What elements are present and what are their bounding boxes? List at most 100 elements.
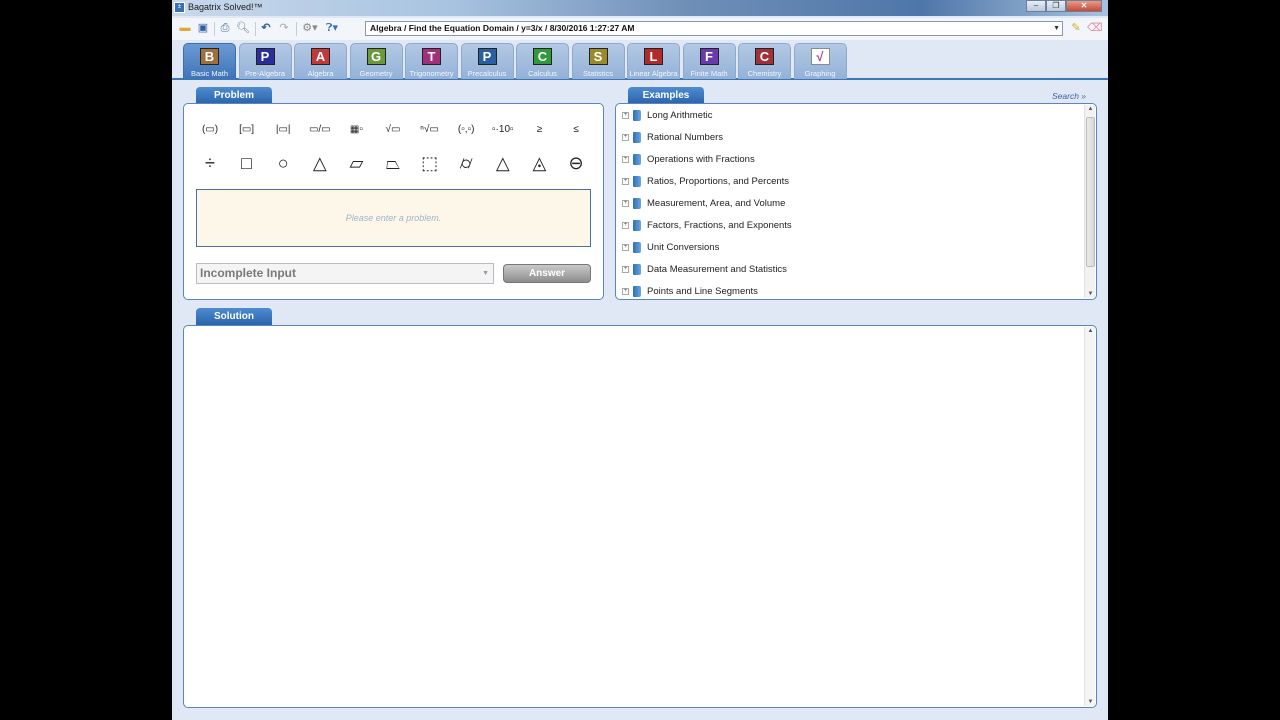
example-category-item[interactable]: + Ratios, Proportions, and Percents xyxy=(622,173,789,189)
minimize-button[interactable]: – xyxy=(1026,0,1046,12)
template-nth-root-button[interactable]: ⁿ√▭ xyxy=(416,117,444,141)
scroll-up-icon[interactable]: ▲ xyxy=(1085,328,1096,334)
example-category-item[interactable]: + Points and Line Segments xyxy=(622,283,758,299)
expand-icon[interactable]: + xyxy=(622,243,629,251)
window-title: Bagatrix Solved!™ xyxy=(188,2,263,12)
matrix-power-icon: ▦▫ xyxy=(349,123,363,135)
expand-icon[interactable]: + xyxy=(622,133,629,141)
input-status-select[interactable]: Incomplete Input ▼ xyxy=(196,263,494,284)
example-category-item[interactable]: + Long Arithmetic xyxy=(622,107,712,123)
app-window: ± Bagatrix Solved!™ – ❐ ✕ ▬ ▣ ⎙ 🔍︎ ↶ ↷ ⚙… xyxy=(172,0,1108,720)
example-category-item[interactable]: + Unit Conversions xyxy=(622,239,719,255)
template-sphere-button[interactable]: ⊖ xyxy=(562,151,590,175)
expand-icon[interactable]: + xyxy=(622,199,629,207)
tab-solution[interactable]: Solution xyxy=(196,308,272,325)
subject-tabs: B Basic Math P Pre-Algebra A Algebra G Geometry… xyxy=(172,40,1108,80)
eraser-icon[interactable]: ⌫ xyxy=(1087,22,1103,35)
example-category-item[interactable]: + Measurement, Area, and Volume xyxy=(622,195,785,211)
subject-icon: T xyxy=(422,48,441,65)
settings-icon[interactable]: ⚙▾ xyxy=(300,22,320,35)
expand-icon[interactable]: + xyxy=(622,221,629,229)
scrollbar-thumb[interactable] xyxy=(1086,117,1095,267)
template-divide-button[interactable]: ÷ xyxy=(196,151,224,175)
help-icon[interactable]: ❓︎▾ xyxy=(322,22,342,35)
template-trapezoid-button[interactable]: ⏢ xyxy=(379,151,407,175)
template-greater-equal-button[interactable]: ≥ xyxy=(525,117,553,141)
subject-icon: C xyxy=(755,48,774,65)
problem-input-placeholder: Please enter a problem. xyxy=(345,213,442,223)
template-circle-button[interactable]: ○ xyxy=(269,151,297,175)
subject-icon: F xyxy=(699,48,719,65)
template-matrix-power-button[interactable]: ▦▫ xyxy=(342,117,370,141)
template-parallelogram-button[interactable]: ▱ xyxy=(342,151,370,175)
template-parentheses-button[interactable]: (▭) xyxy=(196,117,224,141)
close-button[interactable]: ✕ xyxy=(1066,0,1102,12)
subject-icon: P xyxy=(477,48,497,65)
template-cube-button[interactable]: ⬚ xyxy=(416,151,444,175)
expand-icon[interactable]: + xyxy=(622,287,629,295)
template-square-root-button[interactable]: √▭ xyxy=(379,117,407,141)
pencil-icon[interactable]: ✎ xyxy=(1069,22,1083,35)
subject-icon: P xyxy=(255,48,275,65)
template-ordered-pair-button[interactable]: (▫,▫) xyxy=(452,117,480,141)
subject-tab-finite-math[interactable]: F Finite Math xyxy=(682,43,736,79)
example-category-label: Factors, Fractions, and Exponents xyxy=(647,219,792,231)
example-category-item[interactable]: + Data Measurement and Statistics xyxy=(622,261,787,277)
subject-tab-calculus[interactable]: C Calculus xyxy=(516,43,569,79)
subject-tab-pre-algebra[interactable]: P Pre-Algebra xyxy=(238,43,292,79)
example-category-item[interactable]: + Factors, Fractions, and Exponents xyxy=(622,217,792,233)
expand-icon[interactable]: + xyxy=(622,177,629,185)
subject-tab-label: Pre-Algebra xyxy=(244,69,286,78)
restore-button[interactable]: ❐ xyxy=(1046,0,1066,12)
subject-tab-chemistry[interactable]: C Chemistry xyxy=(738,43,791,79)
template-fraction-button[interactable]: ▭/▭ xyxy=(306,117,334,141)
open-folder-icon[interactable]: ▬ xyxy=(178,22,192,35)
template-square-button[interactable]: □ xyxy=(233,151,261,175)
book-icon xyxy=(633,219,641,231)
template-less-equal-button[interactable]: ≤ xyxy=(562,117,590,141)
expand-icon[interactable]: + xyxy=(622,111,629,119)
tab-problem[interactable]: Problem xyxy=(196,87,272,104)
expand-icon[interactable]: + xyxy=(622,155,629,163)
example-category-label: Rational Numbers xyxy=(647,131,724,143)
scroll-down-icon[interactable]: ▼ xyxy=(1085,699,1096,705)
solution-scrollbar[interactable]: ▲ ▼ xyxy=(1084,327,1095,706)
examples-panel: + Long Arithmetic + Rational Numbers + Operat… xyxy=(615,103,1097,300)
template-triangle-button[interactable]: △ xyxy=(306,151,334,175)
subject-tab-trigonometry[interactable]: T Trigonometry xyxy=(405,43,458,79)
examples-scrollbar[interactable]: ▲ ▼ xyxy=(1084,105,1095,298)
history-breadcrumb-dropdown[interactable]: Algebra / Find the Equation Domain / y=3… xyxy=(365,21,1063,36)
template-pyramid-button[interactable]: ◬ xyxy=(525,151,553,175)
scroll-up-icon[interactable]: ▲ xyxy=(1085,106,1096,112)
scroll-down-icon[interactable]: ▼ xyxy=(1085,291,1096,297)
subject-tab-algebra[interactable]: A Algebra xyxy=(294,43,347,79)
subject-tab-precalculus[interactable]: P Precalculus xyxy=(460,43,514,79)
undo-icon[interactable]: ↶ xyxy=(259,22,273,35)
subject-tab-statistics[interactable]: S Statistics xyxy=(571,43,625,79)
subject-tab-geometry[interactable]: G Geometry xyxy=(349,43,403,79)
template-absolute-value-button[interactable]: |▭| xyxy=(269,117,297,141)
search-link[interactable]: Search » xyxy=(1052,91,1086,101)
template-scientific-notation-button[interactable]: ▫·10▫ xyxy=(489,117,517,141)
example-category-item[interactable]: + Rational Numbers xyxy=(622,129,723,145)
subject-icon: L xyxy=(644,48,663,65)
print-preview-icon[interactable]: 🔍︎ xyxy=(236,22,250,35)
subject-tab-basic-math[interactable]: B Basic Math xyxy=(183,43,236,79)
problem-input[interactable]: Please enter a problem. xyxy=(196,189,591,247)
template-cylinder-button[interactable]: ⌭ xyxy=(452,151,480,175)
example-category-item[interactable]: + Operations with Fractions xyxy=(622,151,755,167)
template-brackets-button[interactable]: [▭] xyxy=(233,117,261,141)
subject-icon: √ xyxy=(810,48,830,65)
expand-icon[interactable]: + xyxy=(622,265,629,273)
redo-icon[interactable]: ↷ xyxy=(277,22,291,35)
subject-tab-label: Linear Algebra xyxy=(629,69,678,78)
answer-button[interactable]: Answer xyxy=(503,264,591,283)
chevron-down-icon: ▼ xyxy=(1053,25,1060,32)
print-icon[interactable]: ⎙ xyxy=(218,22,232,35)
template-cone-button[interactable]: △ xyxy=(489,151,517,175)
tab-examples[interactable]: Examples xyxy=(628,87,704,104)
save-icon[interactable]: ▣ xyxy=(196,22,210,35)
toolbar-separator xyxy=(255,22,256,36)
subject-tab-linear-algebra[interactable]: L Linear Algebra xyxy=(627,43,680,79)
subject-tab-graphing[interactable]: √ Graphing xyxy=(793,43,847,79)
